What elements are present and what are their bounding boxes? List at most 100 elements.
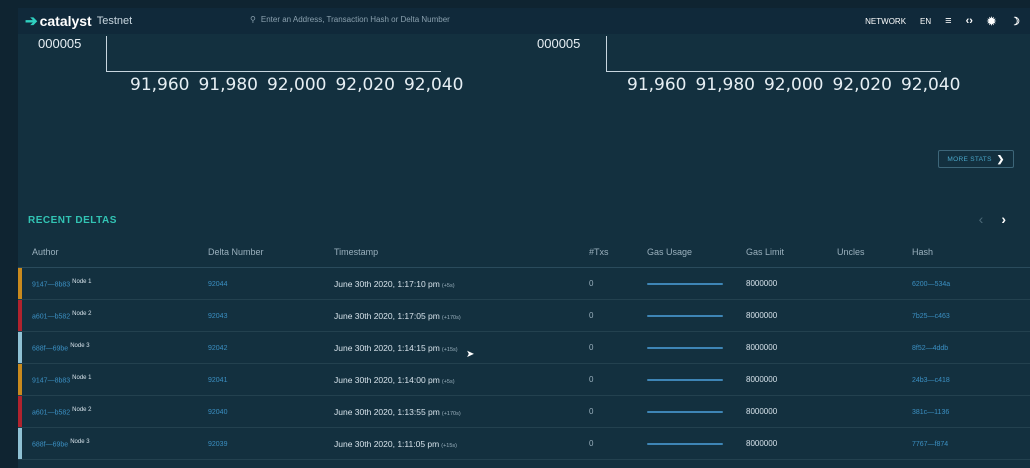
author-link[interactable]: 688f—69be bbox=[32, 441, 68, 448]
table-row[interactable]: 9147—8b83 Node 1 92044 June 30th 2020, 1:17… bbox=[18, 268, 1030, 300]
delta-cell: 92039 bbox=[208, 439, 334, 448]
hash-link[interactable]: 8f52—4ddb bbox=[912, 345, 948, 352]
delta-cell: 92043 bbox=[208, 311, 334, 320]
x-tick-label: 92,040 bbox=[403, 75, 464, 95]
search-input[interactable]: ⚲ Enter an Address, Transaction Hash or … bbox=[250, 15, 450, 24]
moon-icon[interactable]: ☽ bbox=[1010, 15, 1020, 28]
timestamp-cell: June 30th 2020, 1:17:10 pm (+5s) bbox=[334, 279, 589, 289]
node-color-bar bbox=[18, 364, 22, 395]
timestamp-offset: (+15s) bbox=[441, 346, 458, 353]
node-color-bar bbox=[18, 396, 22, 427]
timestamp-cell: June 30th 2020, 1:14:15 pm (+15s) bbox=[334, 343, 589, 353]
network-menu[interactable]: NETWORK bbox=[865, 17, 906, 26]
node-color-bar bbox=[18, 300, 22, 331]
author-cell: 9147—8b83 Node 1 bbox=[18, 375, 208, 385]
node-label: Node 1 bbox=[72, 374, 92, 381]
delta-link[interactable]: 92040 bbox=[208, 409, 227, 416]
gas-usage-cell bbox=[647, 346, 746, 349]
author-link[interactable]: 688f—69be bbox=[32, 345, 68, 352]
author-cell: 688f—69be Node 3 bbox=[18, 439, 208, 449]
col-uncles: Uncles bbox=[837, 246, 865, 257]
menu-icon[interactable]: ≡ bbox=[945, 15, 951, 27]
chevron-right-icon: ❯ bbox=[996, 153, 1005, 164]
delta-link[interactable]: 92043 bbox=[208, 313, 227, 320]
timestamp-text: June 30th 2020, 1:14:00 pm bbox=[334, 374, 440, 385]
delta-link[interactable]: 92042 bbox=[208, 345, 227, 352]
hash-link[interactable]: 7767—f874 bbox=[912, 441, 948, 448]
delta-link[interactable]: 92041 bbox=[208, 377, 227, 384]
table-row[interactable]: 9147—8b83 Node 1 92041 June 30th 2020, 1:14… bbox=[18, 364, 1030, 396]
gear-icon[interactable]: ✹ bbox=[987, 15, 996, 28]
top-navbar: ➔ catalyst Testnet ⚲ Enter an Address, T… bbox=[18, 8, 1030, 34]
chart-left-y-label: 000005 bbox=[38, 36, 82, 51]
timestamp-cell: June 30th 2020, 1:17:05 pm (+170s) bbox=[334, 311, 589, 321]
table-row[interactable]: a601—b582 Node 2 92040 June 30th 2020, 1:13… bbox=[18, 396, 1030, 428]
x-tick-label: 92,000 bbox=[763, 75, 824, 95]
gas-usage-cell bbox=[647, 314, 746, 317]
x-tick-label: 91,980 bbox=[695, 75, 755, 95]
hash-link[interactable]: 7b25—c463 bbox=[912, 313, 950, 320]
explorer-page: ➔ catalyst Testnet ⚲ Enter an Address, T… bbox=[18, 8, 1030, 468]
hash-link[interactable]: 381c—1136 bbox=[912, 409, 949, 416]
more-stats-button[interactable]: MORE STATS ❯ bbox=[938, 150, 1014, 168]
timestamp-text: June 30th 2020, 1:11:05 pm bbox=[334, 438, 440, 449]
chart-right-x-axis bbox=[606, 71, 941, 72]
delta-cell: 92044 bbox=[208, 279, 334, 288]
brand-name: catalyst bbox=[39, 13, 92, 29]
gas-limit-cell: 8000000 bbox=[746, 375, 778, 384]
chart-right-x-ticks: 91,960 91,980 92,000 92,020 92,040 bbox=[627, 75, 969, 95]
arrow-right-icon: ➔ bbox=[25, 13, 38, 30]
chevron-left-icon[interactable]: ‹ bbox=[979, 211, 984, 227]
author-link[interactable]: a601—b582 bbox=[32, 409, 70, 416]
author-link[interactable]: 9147—8b83 bbox=[32, 281, 70, 288]
col-gas-limit: Gas Limit bbox=[746, 246, 785, 257]
delta-link[interactable]: 92044 bbox=[208, 281, 227, 288]
language-selector[interactable]: EN bbox=[920, 17, 931, 26]
timestamp-text: June 30th 2020, 1:17:10 pm bbox=[334, 278, 440, 289]
gas-limit-cell: 8000000 bbox=[746, 343, 778, 352]
author-link[interactable]: a601—b582 bbox=[32, 313, 70, 320]
hash-cell: 6200—534a bbox=[912, 279, 1030, 288]
txs-cell: 0 bbox=[589, 375, 594, 384]
brand-logo[interactable]: ➔ catalyst Testnet bbox=[25, 12, 132, 30]
table-row[interactable]: a601—b582 Node 2 92043 June 30th 2020, 1:17… bbox=[18, 300, 1030, 332]
table-body: 9147—8b83 Node 1 92044 June 30th 2020, 1:17… bbox=[18, 268, 1030, 460]
author-link[interactable]: 9147—8b83 bbox=[32, 377, 70, 384]
gas-usage-bar bbox=[647, 346, 723, 349]
gas-usage-bar bbox=[647, 442, 723, 445]
table-header: Author Delta Number Timestamp #Txs Gas U… bbox=[18, 236, 1030, 268]
search-placeholder: Enter an Address, Transaction Hash or De… bbox=[260, 15, 450, 24]
gas-limit-cell: 8000000 bbox=[746, 279, 778, 288]
chevron-right-icon[interactable]: › bbox=[1001, 211, 1006, 227]
table-row[interactable]: 688f—69be Node 3 92042 June 30th 2020, 1:14… bbox=[18, 332, 1030, 364]
hash-link[interactable]: 24b3—c418 bbox=[912, 377, 950, 384]
gas-usage-bar bbox=[647, 410, 723, 413]
gas-limit-cell: 8000000 bbox=[746, 407, 778, 416]
col-hash: Hash bbox=[912, 246, 934, 257]
timestamp-offset: (+15s) bbox=[441, 442, 457, 449]
pagination: ‹ › bbox=[979, 211, 1006, 227]
table-row[interactable]: 688f—69be Node 3 92039 June 30th 2020, 1:11… bbox=[18, 428, 1030, 460]
x-tick-label: 92,040 bbox=[900, 75, 961, 95]
gas-usage-cell bbox=[647, 410, 746, 413]
hash-link[interactable]: 6200—534a bbox=[912, 281, 950, 288]
recent-deltas-table: Author Delta Number Timestamp #Txs Gas U… bbox=[18, 236, 1030, 460]
x-tick-label: 91,960 bbox=[627, 75, 687, 95]
more-stats-label: MORE STATS bbox=[947, 155, 992, 163]
timestamp-text: June 30th 2020, 1:13:55 pm bbox=[334, 406, 440, 417]
mouse-cursor-icon: ➤ bbox=[466, 349, 475, 360]
chart-left-x-axis bbox=[106, 71, 441, 72]
gas-limit-cell: 8000000 bbox=[746, 439, 778, 448]
hash-cell: 24b3—c418 bbox=[912, 375, 1030, 384]
col-txs: #Txs bbox=[589, 246, 609, 257]
hash-cell: 7b25—c463 bbox=[912, 311, 1030, 320]
gas-usage-bar bbox=[647, 282, 723, 285]
txs-cell: 0 bbox=[589, 407, 594, 416]
gas-usage-cell bbox=[647, 442, 746, 445]
delta-link[interactable]: 92039 bbox=[208, 441, 227, 448]
col-gas-usage: Gas Usage bbox=[647, 246, 693, 257]
col-delta-number: Delta Number bbox=[208, 246, 264, 257]
code-icon[interactable]: ‹› bbox=[966, 15, 973, 27]
author-cell: a601—b582 Node 2 bbox=[18, 311, 208, 321]
txs-cell: 0 bbox=[589, 311, 594, 320]
